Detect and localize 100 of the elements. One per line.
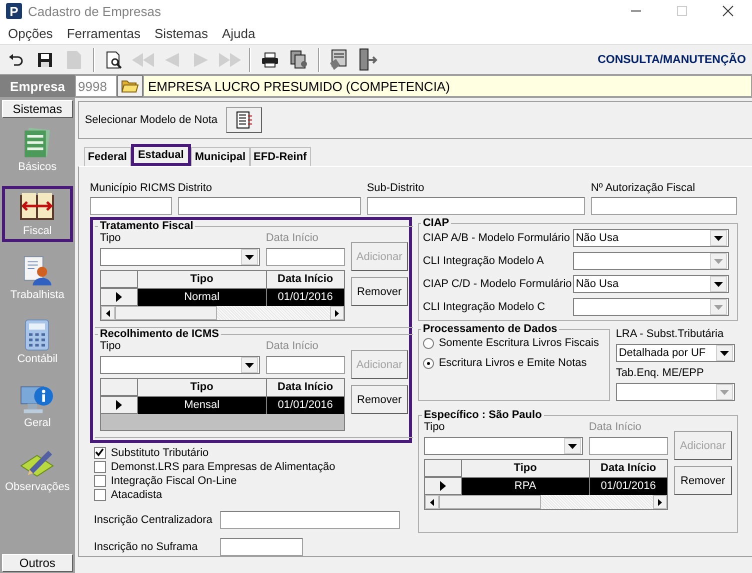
field-label: Data Início [266, 340, 318, 354]
app-logo-icon: P [6, 3, 22, 19]
dropdown-button[interactable] [240, 249, 258, 265]
calculator-icon [23, 319, 52, 351]
row-pointer-icon [116, 292, 122, 302]
text-field[interactable] [220, 538, 303, 556]
text-field[interactable] [590, 197, 737, 215]
date-field[interactable] [266, 248, 345, 266]
group-title: Tratamento Fiscal [98, 220, 194, 232]
radio-button[interactable] [422, 358, 434, 368]
sidebar-header-button[interactable]: Sistemas [2, 100, 73, 118]
dropdown-field[interactable] [572, 298, 729, 316]
stamp-icon[interactable] [329, 48, 349, 70]
window-title: Cadastro de Empresas [28, 4, 162, 18]
remove-button[interactable]: Remover [350, 385, 408, 414]
column-header[interactable]: Tipo [138, 379, 267, 396]
menu-item[interactable]: Opções [8, 26, 53, 40]
dropdown-value: Detalhada por UF [618, 347, 706, 359]
company-name-field[interactable]: EMPRESA LUCRO PRESUMIDO (COMPETENCIA) [143, 75, 752, 97]
dropdown-button[interactable] [710, 230, 727, 246]
caret-icon [714, 304, 723, 310]
scroll-left-icon[interactable] [430, 498, 434, 506]
table-cell: RPA [462, 478, 590, 495]
tab[interactable]: EFD-Reinf [250, 147, 311, 166]
column-header[interactable]: Data Início [266, 271, 344, 288]
menu-item[interactable]: Ajuda [222, 26, 256, 40]
dropdown-field[interactable]: Não Usa [572, 229, 729, 247]
tab[interactable]: Federal [84, 147, 131, 166]
company-code-field[interactable]: 9998 [75, 75, 117, 97]
column-header[interactable]: Data Início [266, 379, 344, 396]
column-header[interactable]: Data Início [590, 460, 667, 477]
column-header[interactable]: Tipo [462, 460, 590, 477]
date-field[interactable] [588, 437, 668, 455]
open-folder-button[interactable] [117, 75, 143, 97]
radio-button[interactable] [422, 338, 434, 348]
dropdown-button[interactable] [710, 276, 727, 292]
dropdown-field[interactable] [100, 248, 260, 266]
report-icon[interactable] [290, 50, 308, 70]
sidebar-footer-button[interactable]: Outros [2, 554, 73, 572]
undo-icon[interactable] [8, 52, 24, 66]
mode-label: CONSULTA/MANUTENÇÃO [598, 54, 747, 66]
caret-icon [568, 444, 577, 448]
caret-icon [244, 362, 254, 368]
dropdown-field[interactable] [424, 437, 583, 455]
group-title: Recolhimento de ICMS [98, 328, 220, 340]
dropdown-button[interactable] [716, 345, 733, 361]
tab[interactable]: Municipal [190, 147, 250, 166]
checkbox[interactable] [94, 488, 106, 500]
checkbox-label: Atacadista [110, 488, 162, 500]
text-field[interactable] [178, 197, 361, 215]
checkbox[interactable] [94, 474, 106, 486]
dropdown-field[interactable] [572, 252, 729, 270]
scroll-right-icon[interactable] [334, 310, 339, 316]
radio-label: Escritura Livros e Emite Notas [438, 357, 587, 369]
printer-icon[interactable] [261, 52, 279, 68]
row-indicator-cell[interactable] [100, 397, 138, 414]
dropdown-button[interactable] [240, 357, 258, 373]
dropdown-button[interactable] [564, 438, 581, 454]
company-label: Empresa [0, 75, 75, 97]
table-cell: 01/01/2016 [266, 397, 344, 414]
close-icon[interactable] [722, 5, 734, 17]
text-field[interactable] [220, 511, 400, 529]
horizontal-scrollbar[interactable] [100, 306, 344, 320]
caret-icon [244, 254, 254, 260]
checkbox[interactable] [94, 446, 106, 458]
row-indicator-cell[interactable] [100, 289, 138, 306]
horizontal-scrollbar[interactable] [424, 495, 667, 509]
radio-label: Somente Escritura Livros Fiscais [438, 337, 599, 349]
remove-button[interactable]: Remover [350, 277, 408, 306]
text-field[interactable] [90, 197, 172, 215]
exit-door-icon[interactable] [358, 48, 378, 72]
text-field[interactable] [366, 197, 585, 215]
preview-icon[interactable] [106, 50, 122, 68]
row-indicator-cell[interactable] [424, 478, 462, 495]
checkbox-label: Integração Fiscal On-Line [110, 474, 237, 486]
table-cell: 01/01/2016 [266, 289, 344, 306]
field-label: Sub-Distrito [366, 182, 426, 195]
dropdown-field[interactable] [616, 383, 735, 401]
save-icon[interactable] [37, 52, 53, 68]
book-icon [19, 191, 56, 223]
select-model-button[interactable] [226, 107, 262, 133]
checkbox[interactable] [94, 460, 106, 472]
model-label: Selecionar Modelo de Nota [84, 114, 218, 126]
dropdown-field[interactable] [100, 356, 260, 374]
field-label: CLI Integração Modelo C [422, 301, 546, 313]
column-header[interactable]: Tipo [138, 271, 267, 288]
dropdown-field[interactable]: Detalhada por UF [616, 344, 735, 362]
menu-item[interactable]: Sistemas [154, 26, 208, 40]
dropdown-value: Não Usa [574, 278, 619, 290]
table-cell: Normal [138, 289, 267, 306]
tab[interactable]: Estadual [130, 144, 191, 166]
date-field[interactable] [266, 356, 345, 374]
remove-button[interactable]: Remover [674, 466, 732, 495]
menu-item[interactable]: Ferramentas [66, 26, 141, 40]
scroll-right-icon[interactable] [658, 498, 662, 506]
caret-icon [720, 350, 729, 356]
row-pointer-icon [116, 400, 122, 410]
table-cell: 01/01/2016 [590, 478, 667, 495]
dropdown-field[interactable]: Não Usa [572, 275, 729, 293]
scroll-left-icon[interactable] [106, 310, 110, 316]
